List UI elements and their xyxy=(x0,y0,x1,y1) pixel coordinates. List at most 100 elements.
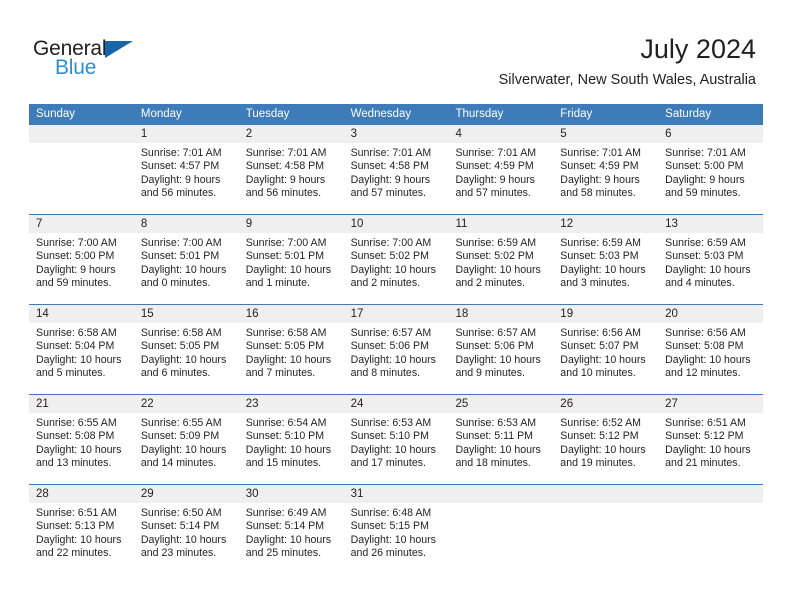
weekday-header-friday: Friday xyxy=(560,108,593,120)
sunset-line: Sunset: 5:13 PM xyxy=(36,520,115,533)
day-cell[interactable]: 28 Sunrise: 6:51 AM Sunset: 5:13 PM Dayl… xyxy=(29,485,134,574)
daylight-line-2: and 17 minutes. xyxy=(350,457,426,470)
sunrise-line: Sunrise: 6:55 AM xyxy=(36,417,117,429)
day-cell[interactable]: 9 Sunrise: 7:00 AM Sunset: 5:01 PM Dayli… xyxy=(238,215,344,304)
triangle-icon xyxy=(105,41,133,58)
day-number: 11 xyxy=(455,218,468,230)
day-cell[interactable]: 1 Sunrise: 7:01 AM Sunset: 4:57 PM Dayli… xyxy=(133,125,239,214)
day-number-band: 29 xyxy=(133,485,239,503)
day-details: Sunrise: 6:53 AM Sunset: 5:10 PM Dayligh… xyxy=(344,413,449,471)
daylight-line-2: and 2 minutes. xyxy=(455,277,525,290)
day-cell[interactable]: 7 Sunrise: 7:00 AM Sunset: 5:00 PM Dayli… xyxy=(29,215,134,304)
day-cell[interactable]: 11 Sunrise: 6:59 AM Sunset: 5:02 PM Dayl… xyxy=(448,215,554,304)
day-number: 9 xyxy=(245,218,253,230)
day-cell[interactable]: 19 Sunrise: 6:56 AM Sunset: 5:07 PM Dayl… xyxy=(553,305,659,394)
day-details: Sunrise: 6:48 AM Sunset: 5:15 PM Dayligh… xyxy=(344,503,449,561)
day-cell[interactable]: 12 Sunrise: 6:59 AM Sunset: 5:03 PM Dayl… xyxy=(553,215,659,304)
daylight-line-2: and 19 minutes. xyxy=(560,457,636,470)
sunset-line: Sunset: 5:10 PM xyxy=(350,430,429,443)
day-cell[interactable]: 4 Sunrise: 7:01 AM Sunset: 4:59 PM Dayli… xyxy=(448,125,554,214)
day-cell[interactable]: 22 Sunrise: 6:55 AM Sunset: 5:09 PM Dayl… xyxy=(133,395,239,484)
daylight-line-1: Daylight: 10 hours xyxy=(560,443,646,456)
sunset-line: Sunset: 4:58 PM xyxy=(245,160,325,173)
day-details: Sunrise: 6:55 AM Sunset: 5:09 PM Dayligh… xyxy=(134,413,239,471)
day-cell[interactable] xyxy=(448,485,554,574)
day-cell[interactable]: 17 Sunrise: 6:57 AM Sunset: 5:06 PM Dayl… xyxy=(343,305,449,394)
daylight-line-2: and 7 minutes. xyxy=(245,367,316,380)
day-cell[interactable]: 27 Sunrise: 6:51 AM Sunset: 5:12 PM Dayl… xyxy=(658,395,764,484)
day-number: 17 xyxy=(350,308,364,320)
day-cell[interactable]: 18 Sunrise: 6:57 AM Sunset: 5:06 PM Dayl… xyxy=(448,305,554,394)
daylight-line-2: and 56 minutes. xyxy=(245,187,322,200)
daylight-line-2: and 25 minutes. xyxy=(245,547,322,560)
sunset-line: Sunset: 5:05 PM xyxy=(245,340,325,353)
daylight-line-2: and 8 minutes. xyxy=(350,367,421,380)
day-details: Sunrise: 6:59 AM Sunset: 5:03 PM Dayligh… xyxy=(658,233,763,291)
day-number: 14 xyxy=(36,308,49,320)
day-number-band: 2 xyxy=(238,125,344,143)
day-cell[interactable]: 14 Sunrise: 6:58 AM Sunset: 5:04 PM Dayl… xyxy=(29,305,134,394)
day-cell[interactable]: 23 Sunrise: 6:54 AM Sunset: 5:10 PM Dayl… xyxy=(238,395,344,484)
day-cell[interactable] xyxy=(553,485,659,574)
daylight-line-1: Daylight: 10 hours xyxy=(245,443,332,456)
day-number-band: 12 xyxy=(553,215,659,233)
day-cell[interactable]: 24 Sunrise: 6:53 AM Sunset: 5:10 PM Dayl… xyxy=(343,395,449,484)
sunset-line: Sunset: 4:59 PM xyxy=(560,160,639,173)
day-cell[interactable]: 5 Sunrise: 7:01 AM Sunset: 4:59 PM Dayli… xyxy=(553,125,659,214)
sunset-line: Sunset: 5:01 PM xyxy=(140,250,220,263)
sunrise-line: Sunrise: 6:59 AM xyxy=(560,237,641,249)
sunset-line: Sunset: 5:00 PM xyxy=(665,160,744,173)
day-cell[interactable]: 16 Sunrise: 6:58 AM Sunset: 5:05 PM Dayl… xyxy=(238,305,344,394)
weekday-header-sunday: Sunday xyxy=(36,108,76,120)
day-number-band: 24 xyxy=(343,395,449,413)
day-cell[interactable]: 8 Sunrise: 7:00 AM Sunset: 5:01 PM Dayli… xyxy=(133,215,239,304)
day-cell[interactable]: 13 Sunrise: 6:59 AM Sunset: 5:03 PM Dayl… xyxy=(658,215,764,304)
page-title: July 2024 xyxy=(640,34,756,64)
sunset-line: Sunset: 5:05 PM xyxy=(140,340,220,353)
daylight-line-1: Daylight: 10 hours xyxy=(350,443,436,456)
day-details: Sunrise: 7:01 AM Sunset: 4:59 PM Dayligh… xyxy=(553,143,658,201)
day-number: 26 xyxy=(560,398,574,410)
sunrise-line: Sunrise: 6:54 AM xyxy=(245,417,327,429)
day-cell[interactable]: 29 Sunrise: 6:50 AM Sunset: 5:14 PM Dayl… xyxy=(133,485,239,574)
calendar-week-row: 7 Sunrise: 7:00 AM Sunset: 5:00 PM Dayli… xyxy=(29,214,764,304)
daylight-line-2: and 22 minutes. xyxy=(36,547,112,560)
day-details: Sunrise: 6:58 AM Sunset: 5:04 PM Dayligh… xyxy=(29,323,134,381)
daylight-line-1: Daylight: 9 hours xyxy=(245,173,326,186)
day-cell[interactable]: 31 Sunrise: 6:48 AM Sunset: 5:15 PM Dayl… xyxy=(343,485,449,574)
sunrise-line: Sunrise: 7:01 AM xyxy=(665,147,746,159)
sunset-line: Sunset: 4:57 PM xyxy=(140,160,220,173)
sunrise-line: Sunrise: 6:55 AM xyxy=(140,417,222,429)
day-cell[interactable] xyxy=(658,485,764,574)
daylight-line-1: Daylight: 9 hours xyxy=(140,173,221,186)
day-number-band: 27 xyxy=(658,395,764,413)
day-number-band: 13 xyxy=(658,215,764,233)
day-cell[interactable]: 6 Sunrise: 7:01 AM Sunset: 5:00 PM Dayli… xyxy=(658,125,764,214)
day-cell[interactable]: 25 Sunrise: 6:53 AM Sunset: 5:11 PM Dayl… xyxy=(448,395,554,484)
daylight-line-2: and 21 minutes. xyxy=(665,457,741,470)
sunrise-line: Sunrise: 6:59 AM xyxy=(455,237,537,249)
day-number: 8 xyxy=(140,218,148,230)
day-details: Sunrise: 6:55 AM Sunset: 5:08 PM Dayligh… xyxy=(29,413,134,471)
day-number-band: 10 xyxy=(343,215,449,233)
day-cell[interactable]: 26 Sunrise: 6:52 AM Sunset: 5:12 PM Dayl… xyxy=(553,395,659,484)
day-details: Sunrise: 7:00 AM Sunset: 5:01 PM Dayligh… xyxy=(239,233,344,291)
day-number-band xyxy=(29,125,134,143)
day-cell[interactable]: 21 Sunrise: 6:55 AM Sunset: 5:08 PM Dayl… xyxy=(29,395,134,484)
day-cell[interactable]: 3 Sunrise: 7:01 AM Sunset: 4:58 PM Dayli… xyxy=(343,125,449,214)
day-cell[interactable]: 20 Sunrise: 6:56 AM Sunset: 5:08 PM Dayl… xyxy=(658,305,764,394)
day-cell[interactable] xyxy=(29,125,134,214)
sunrise-line: Sunrise: 6:58 AM xyxy=(245,327,327,339)
sunrise-line: Sunrise: 7:01 AM xyxy=(140,147,222,159)
day-number: 15 xyxy=(140,308,154,320)
day-number-band xyxy=(553,485,659,503)
day-cell[interactable]: 15 Sunrise: 6:58 AM Sunset: 5:05 PM Dayl… xyxy=(133,305,239,394)
day-details: Sunrise: 6:52 AM Sunset: 5:12 PM Dayligh… xyxy=(553,413,658,471)
day-cell[interactable]: 2 Sunrise: 7:01 AM Sunset: 4:58 PM Dayli… xyxy=(238,125,344,214)
day-cell[interactable]: 30 Sunrise: 6:49 AM Sunset: 5:14 PM Dayl… xyxy=(238,485,344,574)
day-number-band: 1 xyxy=(133,125,239,143)
sunrise-line: Sunrise: 7:00 AM xyxy=(350,237,432,249)
day-cell[interactable]: 10 Sunrise: 7:00 AM Sunset: 5:02 PM Dayl… xyxy=(343,215,449,304)
day-details: Sunrise: 6:59 AM Sunset: 5:03 PM Dayligh… xyxy=(553,233,658,291)
day-details: Sunrise: 6:57 AM Sunset: 5:06 PM Dayligh… xyxy=(344,323,449,381)
